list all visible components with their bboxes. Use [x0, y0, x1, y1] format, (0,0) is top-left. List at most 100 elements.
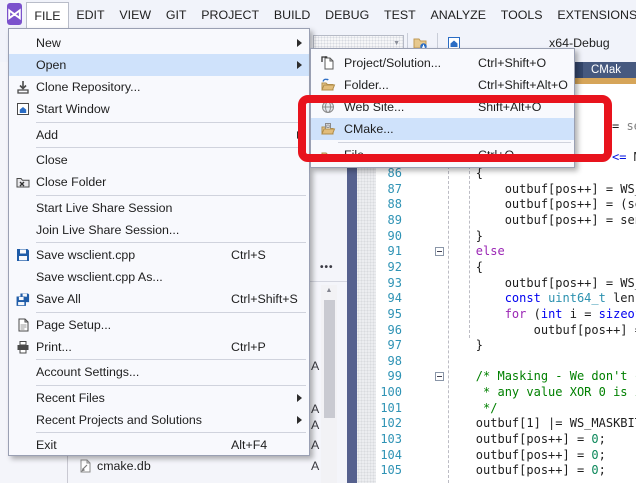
start-window-icon — [9, 101, 36, 117]
menubar-item-project[interactable]: PROJECT — [194, 2, 267, 28]
menu-item-exit[interactable]: ExitAlt+F4 — [9, 434, 309, 456]
code-segment: for — [505, 307, 527, 321]
menubar-item-debug[interactable]: DEBUG — [318, 2, 377, 28]
code-line: 86 { — [347, 166, 636, 182]
menu-item-label: New — [36, 36, 61, 50]
code-text: outbuf[pos++] = WS_F — [418, 182, 636, 198]
code-segment — [418, 369, 476, 383]
menu-item-recent-projects-and-solutions[interactable]: Recent Projects and Solutions — [9, 409, 309, 431]
git-status-badge: A — [311, 402, 341, 416]
menu-item-print[interactable]: Print...Ctrl+P — [9, 336, 309, 358]
code-segment: } — [418, 338, 483, 352]
code-segment: ; — [599, 448, 606, 462]
menu-item-recent-files[interactable]: Recent Files — [9, 387, 309, 409]
code-text: = send — [612, 119, 636, 135]
scroll-up-icon[interactable]: ▲ — [321, 287, 337, 294]
menu-item-start-window[interactable]: Start Window — [9, 98, 309, 120]
code-segment: outbuf[pos++] = — [418, 463, 591, 477]
menu-item-save-all[interactable]: Save AllCtrl+Shift+S — [9, 288, 309, 310]
code-line: 98 — [347, 354, 636, 370]
line-number: 101 — [376, 401, 402, 417]
code-line: 87 outbuf[pos++] = WS_F — [347, 182, 636, 198]
code-segment: outbuf[pos++] = (se — [418, 197, 636, 211]
line-number: 95 — [376, 307, 402, 323]
menu-item-new[interactable]: New — [9, 32, 309, 54]
code-segment — [418, 244, 476, 258]
line-number: 91 — [376, 244, 402, 260]
chevron-down-icon: ▼ — [393, 40, 400, 47]
visual-studio-window: ••• ▲ AAAA ▼ x64-Debug CMak 86 {87 outbu… — [0, 0, 636, 483]
menu-item-label: Project/Solution... — [344, 56, 441, 70]
git-status-badge: A — [311, 359, 341, 373]
code-line: 88 outbuf[pos++] = (se — [347, 197, 636, 213]
code-line: 100 * any value XOR 0 is i — [347, 385, 636, 401]
code-segment: outbuf[pos++] = WS_F — [418, 182, 636, 196]
code-segment: ; — [599, 432, 606, 446]
menu-item-save-wsclient-cpp[interactable]: Save wsclient.cppCtrl+S — [9, 244, 309, 266]
menu-item-join-live-share-session[interactable]: Join Live Share Session... — [9, 219, 309, 241]
solution-explorer-scrollbar[interactable]: ▲ — [321, 285, 337, 483]
menu-item-clone-repository[interactable]: Clone Repository... — [9, 76, 309, 98]
menu-item-label: Exit — [36, 438, 57, 452]
menu-item-label: Close — [36, 153, 68, 167]
visual-studio-logo-icon: ⋈ — [7, 3, 22, 25]
menu-item-start-live-share-session[interactable]: Start Live Share Session — [9, 197, 309, 219]
line-number: 88 — [376, 197, 402, 213]
menu-item-label: Start Live Share Session — [36, 201, 172, 215]
menu-item-label: Account Settings... — [36, 365, 139, 379]
code-segment: send — [626, 119, 636, 133]
toolbar-overflow-button[interactable]: ••• — [320, 262, 334, 273]
document-tab[interactable]: CMak — [583, 62, 636, 78]
code-segment — [418, 401, 483, 415]
menubar-item-analyze[interactable]: ANALYZE — [423, 2, 493, 28]
menu-item-label: Recent Files — [36, 391, 105, 405]
menubar-item-edit[interactable]: EDIT — [69, 2, 112, 28]
fold-collapse-button[interactable] — [435, 372, 444, 381]
line-number: 103 — [376, 432, 402, 448]
solution-explorer-item-cmake-db[interactable]: cmake.db — [97, 459, 151, 473]
code-segment: i = — [563, 307, 599, 321]
code-segment: outbuf[pos++] = WS_ — [418, 276, 636, 290]
code-line: 90 } — [347, 229, 636, 245]
code-text: outbuf[pos++] = 0; — [418, 448, 606, 464]
line-number: 99 — [376, 369, 402, 385]
menu-item-project-solution[interactable]: Project/Solution...Ctrl+Shift+O — [311, 52, 574, 74]
database-file-icon — [77, 458, 93, 474]
fold-collapse-button[interactable] — [435, 247, 444, 256]
annotation-rectangle — [298, 95, 612, 162]
menu-item-account-settings[interactable]: Account Settings... — [9, 361, 309, 383]
menu-item-add[interactable]: Add — [9, 124, 309, 146]
code-line: 102 outbuf[1] |= WS_MASKBIT — [347, 416, 636, 432]
menubar-item-extensions[interactable]: EXTENSIONS — [550, 2, 636, 28]
menubar-item-file[interactable]: FILE — [26, 2, 69, 28]
file-menu-popup: New OpenClone Repository...Start Window Ad… — [8, 28, 310, 456]
code-segment: len = — [606, 291, 636, 305]
menu-item-label: Join Live Share Session... — [36, 223, 179, 237]
git-status-badge: A — [311, 438, 341, 452]
code-segment: const — [505, 291, 541, 305]
menu-item-page-setup[interactable]: Page Setup... — [9, 314, 309, 336]
menubar-item-test[interactable]: TEST — [377, 2, 423, 28]
menubar-item-git[interactable]: GIT — [158, 2, 193, 28]
clone-repository-icon — [9, 79, 36, 95]
open-folder-icon — [311, 77, 344, 93]
code-line: 99 /* Masking - We don't c — [347, 369, 636, 385]
code-segment — [418, 307, 505, 321]
print-icon — [9, 339, 36, 355]
menu-item-save-wsclient-cpp-as[interactable]: Save wsclient.cpp As... — [9, 266, 309, 288]
code-text: * any value XOR 0 is i — [418, 385, 636, 401]
menu-item-shortcut: Ctrl+S — [231, 248, 266, 262]
code-segment: sizeof — [599, 307, 636, 321]
menu-item-close-folder[interactable]: Close Folder — [9, 171, 309, 193]
code-line: 94 const uint64_t len = — [347, 291, 636, 307]
menubar-item-tools[interactable]: TOOLS — [493, 2, 550, 28]
menubar-item-view[interactable]: VIEW — [112, 2, 158, 28]
menu-item-close[interactable]: Close — [9, 149, 309, 171]
line-number: 98 — [376, 354, 402, 370]
menu-item-folder[interactable]: Folder...Ctrl+Shift+Alt+O — [311, 74, 574, 96]
menubar-item-build[interactable]: BUILD — [266, 2, 317, 28]
menu-item-open[interactable]: Open — [9, 54, 309, 76]
code-segment: outbuf[1] |= WS_MASKBIT — [418, 416, 636, 430]
code-line: 103 outbuf[pos++] = 0; — [347, 432, 636, 448]
divider — [310, 281, 347, 282]
